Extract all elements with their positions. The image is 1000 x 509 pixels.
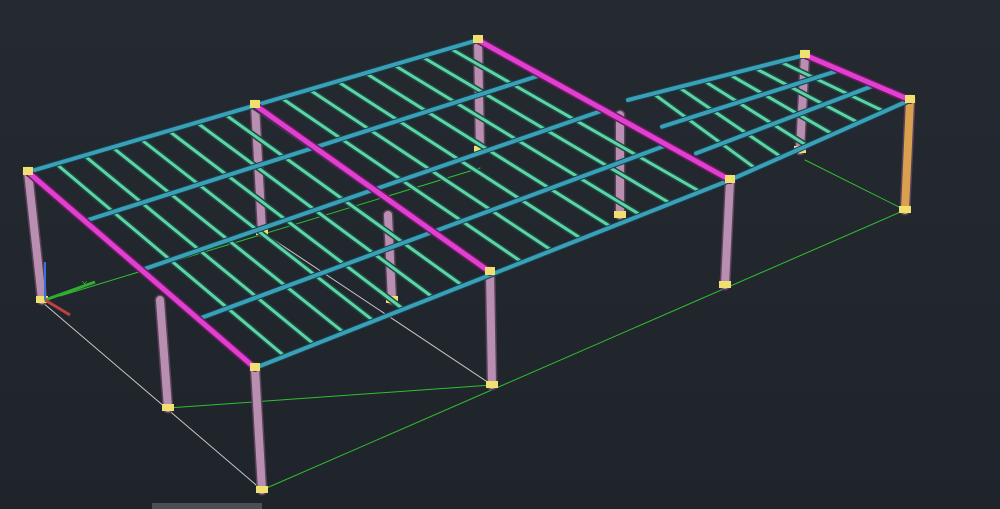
column: [384, 211, 396, 304]
base-plate: [899, 206, 911, 213]
viewport-status-bar: [152, 503, 262, 509]
y-axis: [44, 280, 96, 302]
cad-3d-viewport[interactable]: Y: [0, 0, 1000, 509]
grid-line: [41, 301, 263, 491]
column-cap: [250, 363, 260, 371]
grid-line: [804, 159, 906, 211]
base-plate: [162, 404, 174, 411]
column: [901, 96, 914, 214]
column-cap: [250, 100, 260, 108]
column-cap: [473, 35, 483, 43]
grid-line: [261, 209, 906, 491]
column-cap: [23, 167, 33, 175]
steel-structure-model[interactable]: Y: [0, 0, 1000, 509]
ucs-axis-icon: Y: [44, 262, 96, 317]
column-cap: [905, 95, 915, 103]
base-plate: [486, 381, 498, 388]
y-axis-label: Y: [81, 280, 87, 289]
grid-line: [167, 384, 493, 409]
column-cap: [485, 267, 495, 275]
column: [721, 176, 734, 289]
column-cap: [800, 50, 810, 58]
column: [156, 296, 172, 412]
column-cap: [725, 175, 735, 183]
base-plate: [256, 486, 268, 493]
base-plate: [719, 281, 731, 288]
ground-grid-lines: [41, 159, 906, 491]
base-plate: [614, 211, 626, 218]
column: [486, 268, 496, 389]
